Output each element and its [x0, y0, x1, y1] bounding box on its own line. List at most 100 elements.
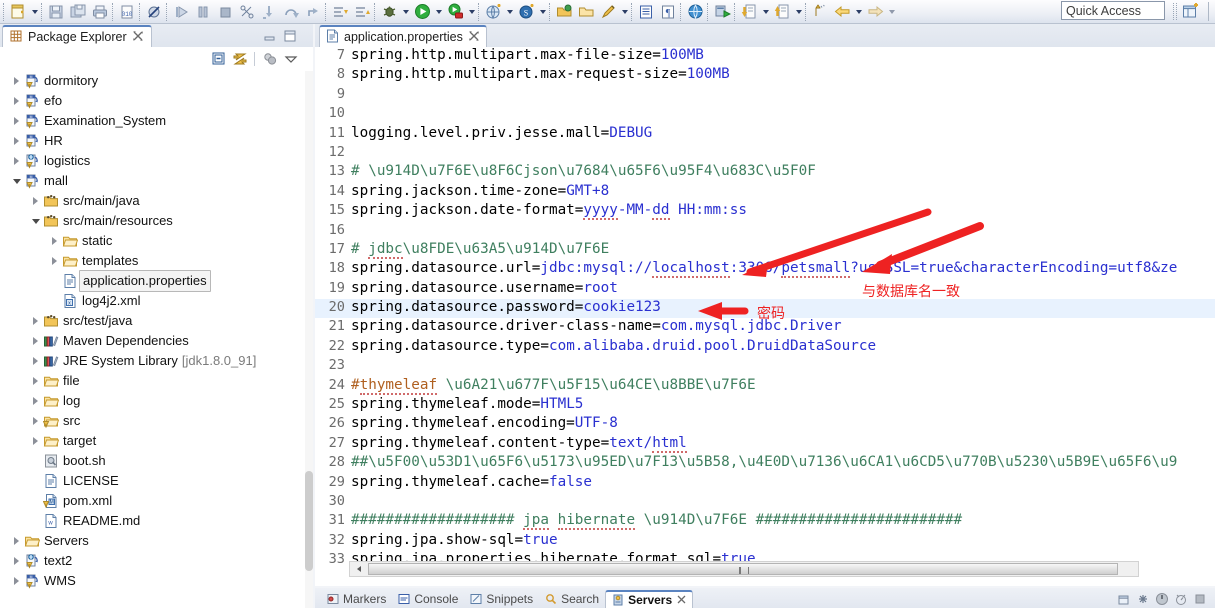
scroll-left-icon[interactable]	[352, 563, 366, 575]
code-line-24[interactable]: 24 #thymeleaf \u6A21\u677F\u5F15\u64CE\u8…	[315, 376, 1215, 396]
run-icon[interactable]	[411, 1, 433, 23]
tree-item-text2[interactable]: ! text2	[0, 551, 305, 571]
tree-item-dormitory[interactable]: M! dormitory	[0, 71, 305, 91]
code-line-30[interactable]: 30	[315, 493, 1215, 512]
tree-item-src[interactable]: ! src	[0, 411, 305, 431]
view-menu-icon[interactable]	[280, 49, 301, 68]
tree-item-examination-system[interactable]: M! Examination_System	[0, 111, 305, 131]
suspend-icon[interactable]	[192, 1, 214, 23]
chevron-right-icon[interactable]	[29, 431, 42, 451]
chevron-right-icon[interactable]	[48, 251, 61, 271]
upload-icon[interactable]	[771, 1, 793, 23]
chevron-right-icon[interactable]	[10, 71, 23, 91]
close-icon[interactable]	[132, 30, 143, 44]
run-external-tools-icon[interactable]	[444, 1, 466, 23]
chevron-right-icon[interactable]	[29, 391, 42, 411]
focus-on-active-task-icon[interactable]	[259, 49, 280, 68]
tree-item-src-test-java[interactable]: src/test/java	[0, 311, 305, 331]
disconnect-icon[interactable]	[236, 1, 258, 23]
editor-horizontal-scrollbar[interactable]	[349, 561, 1139, 577]
external-tools-dropdown-arrow[interactable]	[466, 1, 477, 23]
bottom-tab-snippets[interactable]: Snippets	[464, 590, 539, 608]
previous-annotation-icon[interactable]	[351, 1, 373, 23]
tree-item-log4j2-xml[interactable]: x log4j2.xml	[0, 291, 305, 311]
step-into-icon[interactable]	[258, 1, 280, 23]
tree-item-pom-xml[interactable]: M! pom.xml	[0, 491, 305, 511]
code-line-14[interactable]: 14 spring.jackson.time-zone=GMT+8	[315, 183, 1215, 202]
chevron-right-icon[interactable]	[48, 231, 61, 251]
tree-item-boot-sh[interactable]: boot.sh	[0, 451, 305, 471]
code-line-16[interactable]: 16	[315, 222, 1215, 241]
tree-item-target[interactable]: target	[0, 431, 305, 451]
code-line-12[interactable]: 12	[315, 144, 1215, 163]
tree-item-servers[interactable]: Servers	[0, 531, 305, 551]
save-icon[interactable]	[45, 1, 67, 23]
back-dropdown-arrow[interactable]	[853, 1, 864, 23]
code-line-25[interactable]: 25 spring.thymeleaf.mode=HTML5	[315, 396, 1215, 415]
editor-dropdown-arrow[interactable]	[619, 1, 630, 23]
bottom-tab-markers[interactable]: Markers	[321, 590, 392, 608]
link-with-editor-icon[interactable]	[229, 49, 250, 68]
tree-item-static[interactable]: static	[0, 231, 305, 251]
code-line-19[interactable]: 19 spring.datasource.username=root	[315, 280, 1215, 299]
code-line-26[interactable]: 26 spring.thymeleaf.encoding=UTF-8	[315, 415, 1215, 434]
code-content[interactable]: 7 spring.http.multipart.max-file-size=100…	[315, 47, 1215, 586]
tree-item-readme-md[interactable]: w README.md	[0, 511, 305, 531]
open-resource-icon[interactable]	[575, 1, 597, 23]
code-line-23[interactable]: 23	[315, 357, 1215, 376]
code-line-15[interactable]: 15 spring.jackson.date-format=yyyy-MM-dd …	[315, 202, 1215, 221]
next-annotation-icon[interactable]	[329, 1, 351, 23]
chevron-right-icon[interactable]	[10, 111, 23, 131]
chevron-down-icon[interactable]	[29, 211, 42, 231]
tree-item-log[interactable]: log	[0, 391, 305, 411]
quick-access-input[interactable]: Quick Access	[1061, 1, 1165, 20]
chevron-right-icon[interactable]	[29, 311, 42, 331]
tree-item-maven-dependencies[interactable]: Maven Dependencies	[0, 331, 305, 351]
project-tree[interactable]: M! dormitory M! efo M! Examination_System M! HR…	[0, 71, 305, 608]
open-perspective-icon[interactable]	[1179, 1, 1201, 22]
code-line-7[interactable]: 7 spring.http.multipart.max-file-size=100…	[315, 47, 1215, 66]
new-dropdown-arrow[interactable]	[29, 1, 40, 23]
chevron-right-icon[interactable]	[10, 91, 23, 111]
code-line-17[interactable]: 17 # jdbc\u8FDE\u63A5\u914D\u7F6E	[315, 240, 1215, 260]
tab-application-properties[interactable]: application.properties	[319, 25, 487, 47]
code-line-22[interactable]: 22 spring.datasource.type=com.alibaba.dru…	[315, 338, 1215, 357]
tree-item-templates[interactable]: templates	[0, 251, 305, 271]
pilcrow-icon[interactable]: ¶	[657, 1, 679, 23]
code-line-10[interactable]: 10	[315, 105, 1215, 124]
code-line-18[interactable]: 18 spring.datasource.url=jdbc:mysql://loc…	[315, 260, 1215, 279]
download-icon[interactable]	[738, 1, 760, 23]
open-web-browser-icon[interactable]	[684, 1, 706, 23]
step-return-icon[interactable]	[302, 1, 324, 23]
new-wizard-icon[interactable]	[7, 1, 29, 23]
stop-icon[interactable]	[1190, 591, 1209, 608]
chevron-right-icon[interactable]	[10, 131, 23, 151]
resume-icon[interactable]	[170, 1, 192, 23]
code-line-13[interactable]: 13 # \u914D\u7F6E\u8F6Cjson\u7684\u65F6\u…	[315, 163, 1215, 182]
back-icon[interactable]	[831, 1, 853, 23]
open-type-icon[interactable]	[553, 1, 575, 23]
tree-scroll-thumb[interactable]	[305, 471, 313, 571]
code-line-21[interactable]: 21 spring.datasource.driver-class-name=co…	[315, 318, 1215, 337]
forward-icon[interactable]	[864, 1, 886, 23]
tree-item-efo[interactable]: M! efo	[0, 91, 305, 111]
code-line-29[interactable]: 29 spring.thymeleaf.cache=false	[315, 474, 1215, 493]
tree-item-mall[interactable]: M! mall	[0, 171, 305, 191]
tree-item-application-properties[interactable]: application.properties	[0, 270, 305, 292]
chevron-right-icon[interactable]	[10, 571, 23, 591]
save-all-icon[interactable]	[67, 1, 89, 23]
run-on-server-icon[interactable]	[711, 1, 733, 23]
code-line-27[interactable]: 27 spring.thymeleaf.content-type=text/htm…	[315, 434, 1215, 454]
start-icon[interactable]	[1152, 591, 1171, 608]
print-icon[interactable]	[89, 1, 111, 23]
run-dropdown-arrow[interactable]	[433, 1, 444, 23]
debug-dropdown-arrow[interactable]	[400, 1, 411, 23]
tree-item-src-main-java[interactable]: src/main/java	[0, 191, 305, 211]
chevron-right-icon[interactable]	[10, 531, 23, 551]
debug-icon[interactable]	[378, 1, 400, 23]
chevron-right-icon[interactable]	[10, 151, 23, 171]
tab-package-explorer[interactable]: Package Explorer	[2, 25, 152, 47]
code-line-32[interactable]: 32 spring.jpa.show-sql=true	[315, 532, 1215, 551]
download-dropdown-arrow[interactable]	[760, 1, 771, 23]
close-icon[interactable]	[468, 30, 479, 44]
